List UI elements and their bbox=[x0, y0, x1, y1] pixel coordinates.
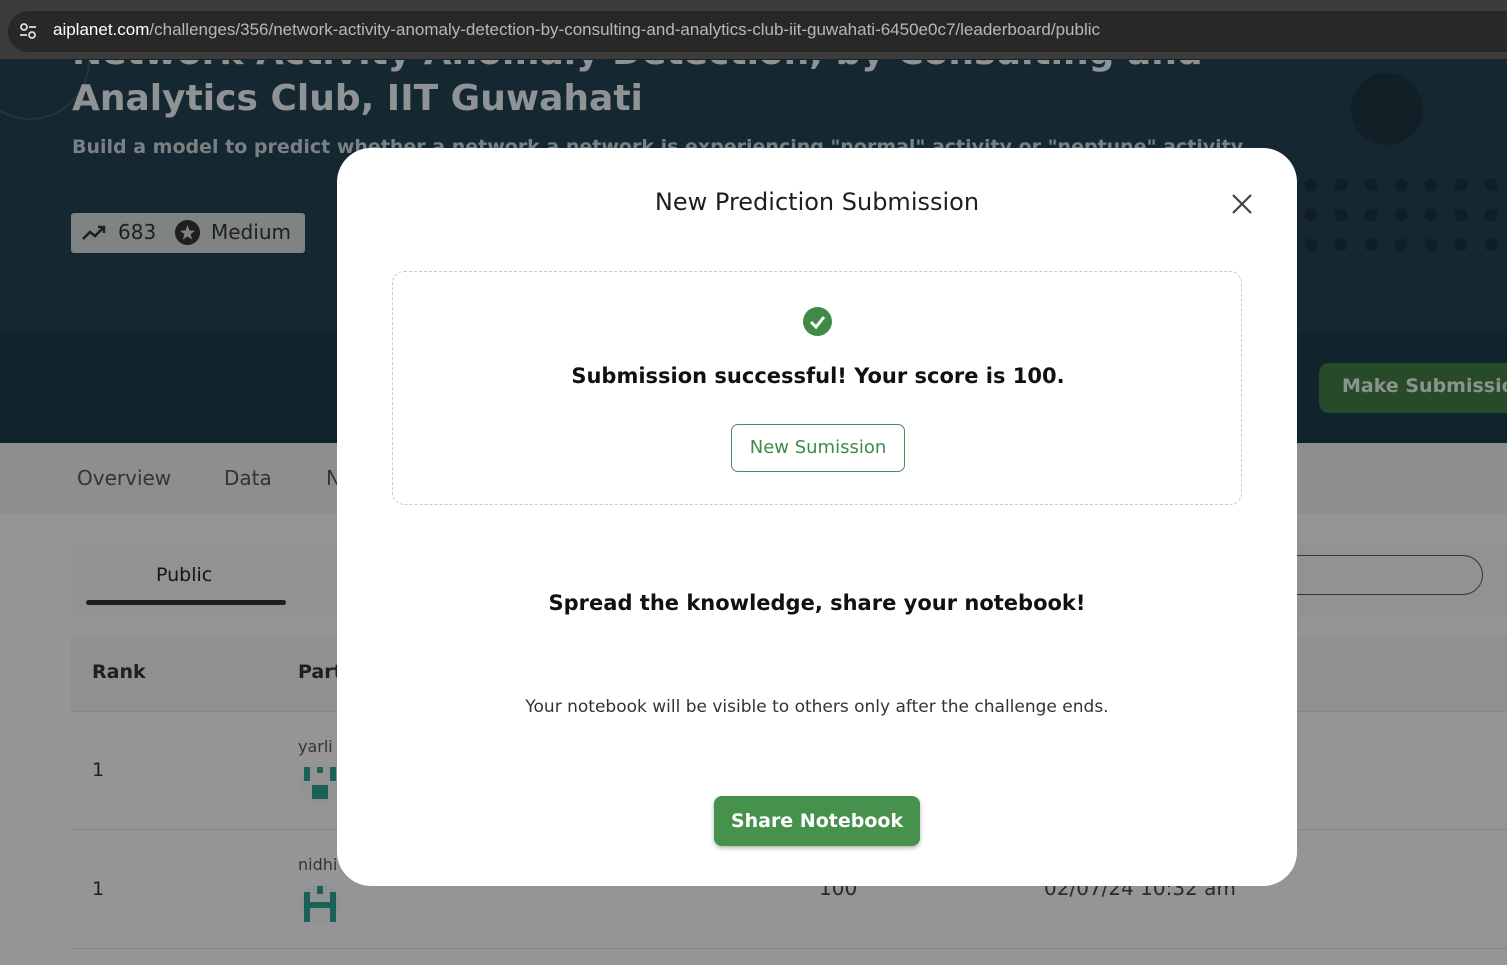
close-icon[interactable] bbox=[1229, 188, 1255, 218]
new-submission-button[interactable]: New Sumission bbox=[731, 424, 905, 472]
browser-toolbar: aiplanet.com/challenges/356/network-acti… bbox=[0, 0, 1507, 60]
submission-modal: New Prediction Submission Submission suc… bbox=[337, 148, 1297, 886]
visibility-note: Your notebook will be visible to others … bbox=[525, 697, 1109, 717]
submission-result-panel: Submission successful! Your score is 100… bbox=[392, 271, 1242, 505]
check-circle-icon bbox=[803, 307, 832, 336]
success-message: Submission successful! Your score is 100… bbox=[571, 364, 1065, 388]
url-host: aiplanet.com bbox=[53, 20, 150, 39]
share-heading: Spread the knowledge, share your noteboo… bbox=[548, 591, 1086, 615]
url-text[interactable]: aiplanet.com/challenges/356/network-acti… bbox=[53, 20, 1100, 40]
tune-icon[interactable] bbox=[18, 21, 38, 41]
modal-title: New Prediction Submission bbox=[654, 188, 980, 216]
share-notebook-button[interactable]: Share Notebook bbox=[714, 796, 920, 846]
url-path: /challenges/356/network-activity-anomaly… bbox=[149, 20, 1101, 39]
